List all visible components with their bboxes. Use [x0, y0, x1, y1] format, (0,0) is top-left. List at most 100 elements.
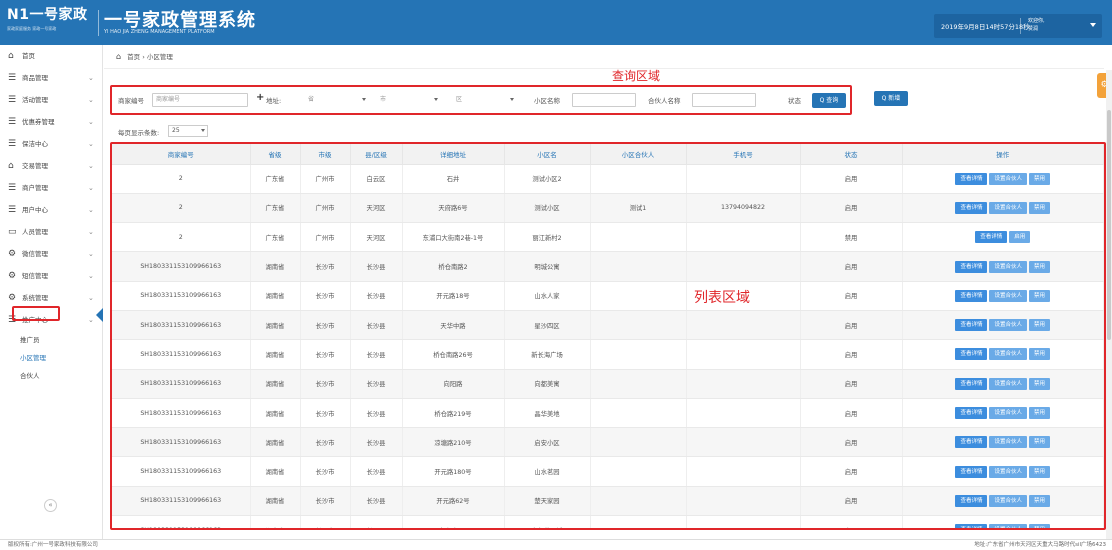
row-action-button[interactable]: 查看详情 [955, 289, 988, 302]
merchant-no-input[interactable]: 商家编号 [152, 93, 248, 107]
row-action-button[interactable]: 设置合伙人 [989, 524, 1027, 528]
row-action-button[interactable]: 设置合伙人 [989, 436, 1027, 449]
row-action-button[interactable]: 设置合伙人 [989, 172, 1027, 185]
status-label: 状态 [788, 97, 801, 105]
table-cell [686, 398, 801, 429]
table-cell: 测试1 [590, 193, 687, 224]
row-action-button[interactable]: 设置合伙人 [989, 201, 1027, 214]
row-action-button[interactable]: 查看详情 [955, 260, 988, 273]
per-page-select[interactable]: 25 [168, 125, 208, 137]
row-action-button[interactable]: 设置合伙人 [989, 377, 1027, 390]
row-action-button[interactable]: 禁用 [1029, 436, 1051, 449]
row-action-button[interactable]: 查看详情 [975, 231, 1008, 244]
row-action-button[interactable]: 查看详情 [955, 172, 988, 185]
row-action-button[interactable]: 查看详情 [955, 524, 988, 528]
row-action-button[interactable]: 启用 [1009, 231, 1031, 244]
list-region-label: 列表区域 [694, 290, 750, 306]
row-action-button[interactable]: 禁用 [1029, 172, 1051, 185]
district-select[interactable]: 区 [456, 93, 520, 107]
home-icon[interactable]: ⌂ [116, 52, 121, 61]
table-cell [590, 515, 687, 528]
user-panel[interactable]: 2019年9月8日14时57分18秒 欢迎你, 赞润 [934, 14, 1102, 38]
community-input[interactable] [572, 93, 636, 107]
table-cell [590, 281, 687, 311]
row-action-button[interactable]: 禁用 [1029, 465, 1051, 478]
sidebar-item[interactable]: ☰ 商户管理 ⌄ [0, 177, 102, 199]
table-cell: 测试小区2 [504, 164, 591, 194]
row-action-button[interactable]: 查看详情 [955, 319, 988, 332]
sidebar-item-label: 保洁中心 [22, 140, 48, 148]
row-action-button[interactable]: 设置合伙人 [989, 465, 1027, 478]
row-action-button[interactable]: 查看详情 [955, 377, 988, 390]
province-select[interactable]: 省 [308, 93, 372, 107]
add-button[interactable]: Q 新增 [874, 91, 908, 106]
row-action-button[interactable]: 禁用 [1029, 319, 1051, 332]
table-cell [590, 398, 687, 429]
row-action-button[interactable]: 查看详情 [955, 201, 988, 214]
row-action-button[interactable]: 禁用 [1029, 524, 1051, 528]
row-action-button[interactable]: 查看详情 [955, 407, 988, 420]
actions-cell: 查看详情设置合伙人禁用 [902, 427, 1104, 458]
sidebar-item[interactable]: ☰ 活动管理 ⌄ [0, 89, 102, 111]
row-action-button[interactable]: 禁用 [1029, 407, 1051, 420]
row-action-button[interactable]: 禁用 [1029, 377, 1051, 390]
sidebar-item[interactable]: ⚙ 微信管理 ⌄ [0, 243, 102, 265]
table-cell: 湖南省 [250, 251, 301, 282]
city-select[interactable]: 市 [380, 93, 444, 107]
search-button[interactable]: Q 查询 [812, 93, 846, 108]
table-cell: 石井 [402, 164, 505, 194]
row-action-button[interactable]: 设置合伙人 [989, 319, 1027, 332]
actions-cell: 查看详情设置合伙人禁用 [902, 486, 1104, 517]
row-action-button[interactable]: 禁用 [1029, 494, 1051, 507]
row-action-button[interactable]: 设置合伙人 [989, 494, 1027, 507]
gears-icon: ⚙ [8, 293, 17, 303]
list-icon: ☰ [8, 95, 17, 105]
sidebar-item[interactable]: ▭ 人员管理 ⌄ [0, 221, 102, 243]
sidebar-item[interactable]: ☰ 保洁中心 ⌄ [0, 133, 102, 155]
breadcrumb-home[interactable]: 首页 [127, 53, 140, 61]
chevron-down-icon[interactable] [1090, 23, 1096, 27]
row-action-button[interactable]: 查看详情 [955, 436, 988, 449]
row-action-button[interactable]: 禁用 [1029, 289, 1051, 302]
logo[interactable]: N1一号家政 家政家庭服务 家政一号家政 [7, 7, 87, 32]
sidebar-item-label: 微信管理 [22, 250, 48, 258]
row-action-button[interactable]: 禁用 [1029, 260, 1051, 273]
table-cell: SH180331153109966163 [112, 281, 251, 311]
column-header: 商家编号 [112, 144, 251, 165]
sidebar-item[interactable]: ☰ 用户中心 ⌄ [0, 199, 102, 221]
user-panel-divider [1020, 18, 1021, 34]
table-cell: 开元路18号 [402, 281, 505, 311]
row-action-button[interactable]: 禁用 [1029, 348, 1051, 361]
sidebar-item[interactable]: ⌂ 首页 [0, 45, 102, 67]
collapse-sidebar-button[interactable]: « [44, 499, 57, 512]
row-action-button[interactable]: 设置合伙人 [989, 260, 1027, 273]
row-action-button[interactable]: 禁用 [1029, 201, 1051, 214]
table-header-row: 商家编号 省级 市级 县/区级 详细地址 小区名 小区合伙人 手机号 状态 操作 [112, 144, 1104, 165]
table-cell: 湖南省 [250, 515, 301, 528]
table-cell: 长沙县 [350, 310, 403, 341]
actions-cell: 查看详情设置合伙人禁用 [902, 164, 1104, 194]
row-action-button[interactable]: 设置合伙人 [989, 348, 1027, 361]
list-icon: ☰ [8, 139, 17, 149]
sidebar-item[interactable]: ⌂ 交易管理 ⌄ [0, 155, 102, 177]
sidebar-item[interactable]: ⚙ 短信管理 ⌄ [0, 265, 102, 287]
sidebar-item-label: 活动管理 [22, 96, 48, 104]
table-cell: 天河区 [350, 193, 403, 224]
row-action-button[interactable]: 查看详情 [955, 348, 988, 361]
chevron-down-icon: ⌄ [88, 206, 94, 214]
sidebar-subitem[interactable]: 推广员 [0, 331, 102, 349]
sidebar-item[interactable]: ☰ 优惠券管理 ⌄ [0, 111, 102, 133]
query-region-label: 查询区域 [612, 69, 661, 83]
partner-input[interactable] [692, 93, 756, 107]
sidebar-item[interactable]: ☰ 商品管理 ⌄ [0, 67, 102, 89]
row-action-button[interactable]: 查看详情 [955, 465, 988, 478]
sidebar-subitem[interactable]: 小区管理 [0, 349, 102, 367]
row-action-button[interactable]: 查看详情 [955, 494, 988, 507]
row-action-button[interactable]: 设置合伙人 [989, 407, 1027, 420]
sidebar-subitem[interactable]: 合伙人 [0, 367, 102, 385]
actions-cell: 查看详情设置合伙人禁用 [902, 339, 1104, 370]
table-cell: 湖南省 [250, 486, 301, 517]
row-action-button[interactable]: 设置合伙人 [989, 289, 1027, 302]
scrollbar-thumb[interactable] [1107, 110, 1111, 340]
table-cell: 启用 [800, 369, 903, 399]
